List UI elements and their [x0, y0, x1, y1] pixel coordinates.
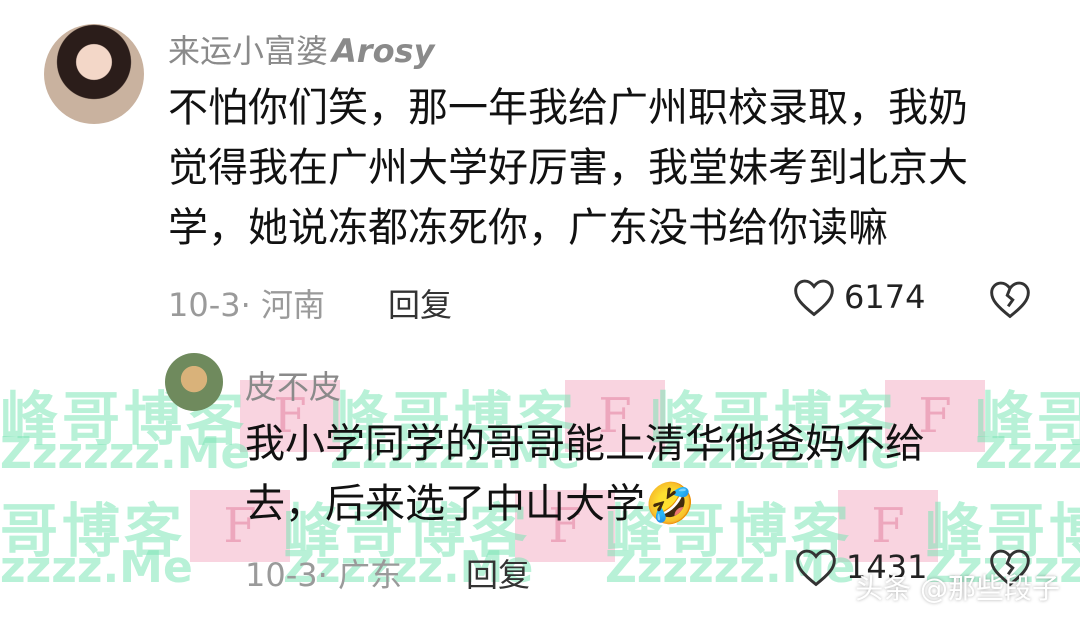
comment-username[interactable]: 皮不皮 [245, 362, 341, 408]
username-en: Arosy [332, 32, 435, 70]
watermark-site: zzzz.Me [0, 542, 193, 593]
heart-icon [792, 276, 836, 318]
watermark-blog: 峰哥博客 [975, 385, 1080, 453]
watermark-blog: 哥博客 [0, 497, 187, 565]
avatar[interactable] [165, 353, 223, 411]
laughing-emoji: 🤣 [645, 481, 695, 527]
username-cn: 来运小富婆 [168, 32, 329, 70]
comment-line: 不怕你们笑，那一年我给广州职校录取，我奶 [168, 85, 968, 131]
footer-brand: 头条 @那些段子 [855, 572, 1060, 605]
like-button[interactable]: 6174 [792, 276, 925, 318]
broken-heart-icon[interactable] [988, 278, 1032, 320]
comment-line: 觉得我在广州大学好厉害，我堂妹考到北京大 [168, 145, 968, 191]
like-count: 6174 [844, 278, 926, 316]
avatar[interactable] [44, 24, 144, 124]
comment-line: 去，后来选了中山大学🤣 [245, 474, 925, 534]
comment-body: 不怕你们笑，那一年我给广州职校录取，我奶 觉得我在广州大学好厉害，我堂妹考到北京… [168, 78, 968, 258]
comment-body: 我小学同学的哥哥能上清华他爸妈不给 去，后来选了中山大学🤣 [245, 414, 925, 534]
comment-line: 我小学同学的哥哥能上清华他爸妈不给 [245, 421, 925, 467]
comment-meta: 10-3· 河南 [168, 286, 325, 324]
reply-button[interactable]: 回复 [388, 280, 452, 326]
comment-meta: 10-3· 广东 [245, 556, 402, 594]
comment-line-text: 去，后来选了中山大学 [245, 481, 645, 527]
watermark-site: Zzzzzz.Me [0, 428, 251, 479]
heart-icon [794, 546, 838, 588]
watermark-site: Zzzzzz.Me [975, 428, 1080, 479]
comment-username[interactable]: 来运小富婆 Arosy [168, 26, 434, 72]
comment-line: 学，她说冻都冻死你，广东没书给你读嘛 [168, 205, 888, 251]
reply-button[interactable]: 回复 [466, 550, 530, 596]
